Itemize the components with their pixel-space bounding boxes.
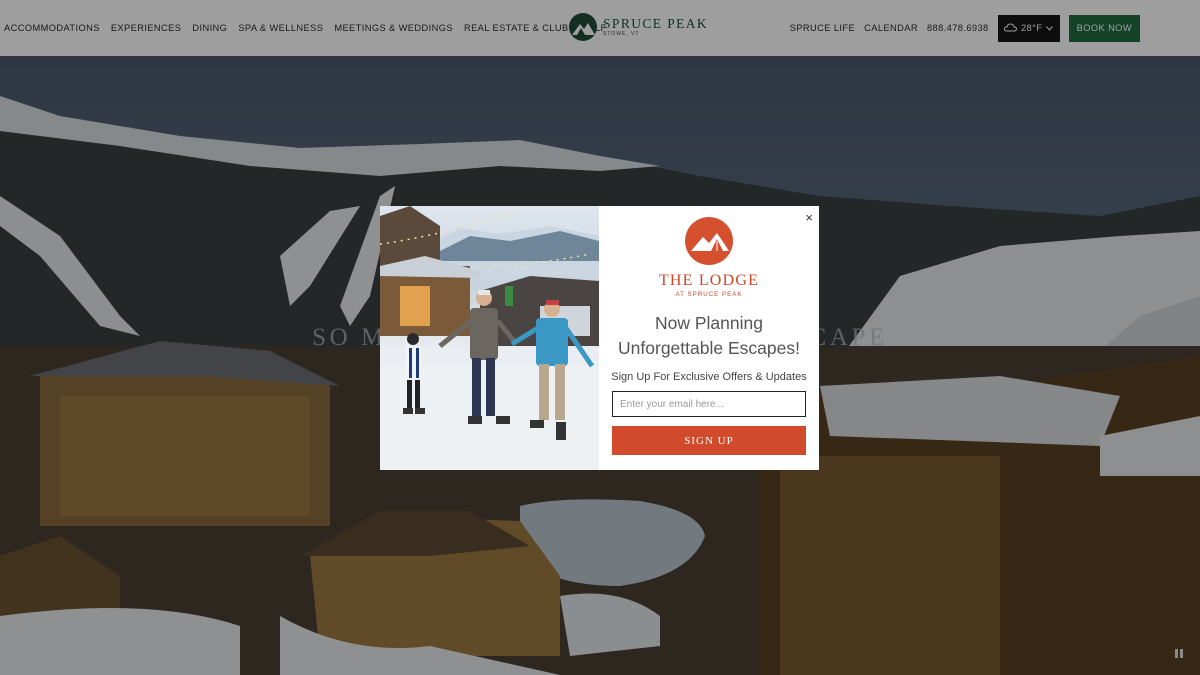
modal-content: × THE LODGE AT SPRUCE PEAK Now Planning … xyxy=(599,206,819,470)
modal-headline: Now Planning Unforgettable Escapes! xyxy=(618,311,800,361)
offers-text: Sign Up For Exclusive Offers & Updates xyxy=(611,371,807,383)
page: ACCOMMODATIONS EXPERIENCES DINING SPA & … xyxy=(0,0,1200,675)
lodge-subtitle: AT SPRUCE PEAK xyxy=(675,291,743,298)
lodge-title: THE LODGE xyxy=(658,272,760,289)
sign-up-button[interactable]: SIGN UP xyxy=(612,426,806,455)
close-icon[interactable]: × xyxy=(805,210,813,225)
ice-skating-photo xyxy=(380,206,599,470)
headline-line-1: Now Planning xyxy=(655,313,763,333)
lodge-logo-icon xyxy=(685,217,733,265)
email-input[interactable] xyxy=(612,391,806,417)
newsletter-modal: × THE LODGE AT SPRUCE PEAK Now Planning … xyxy=(380,206,819,470)
headline-line-2: Unforgettable Escapes! xyxy=(618,338,800,358)
